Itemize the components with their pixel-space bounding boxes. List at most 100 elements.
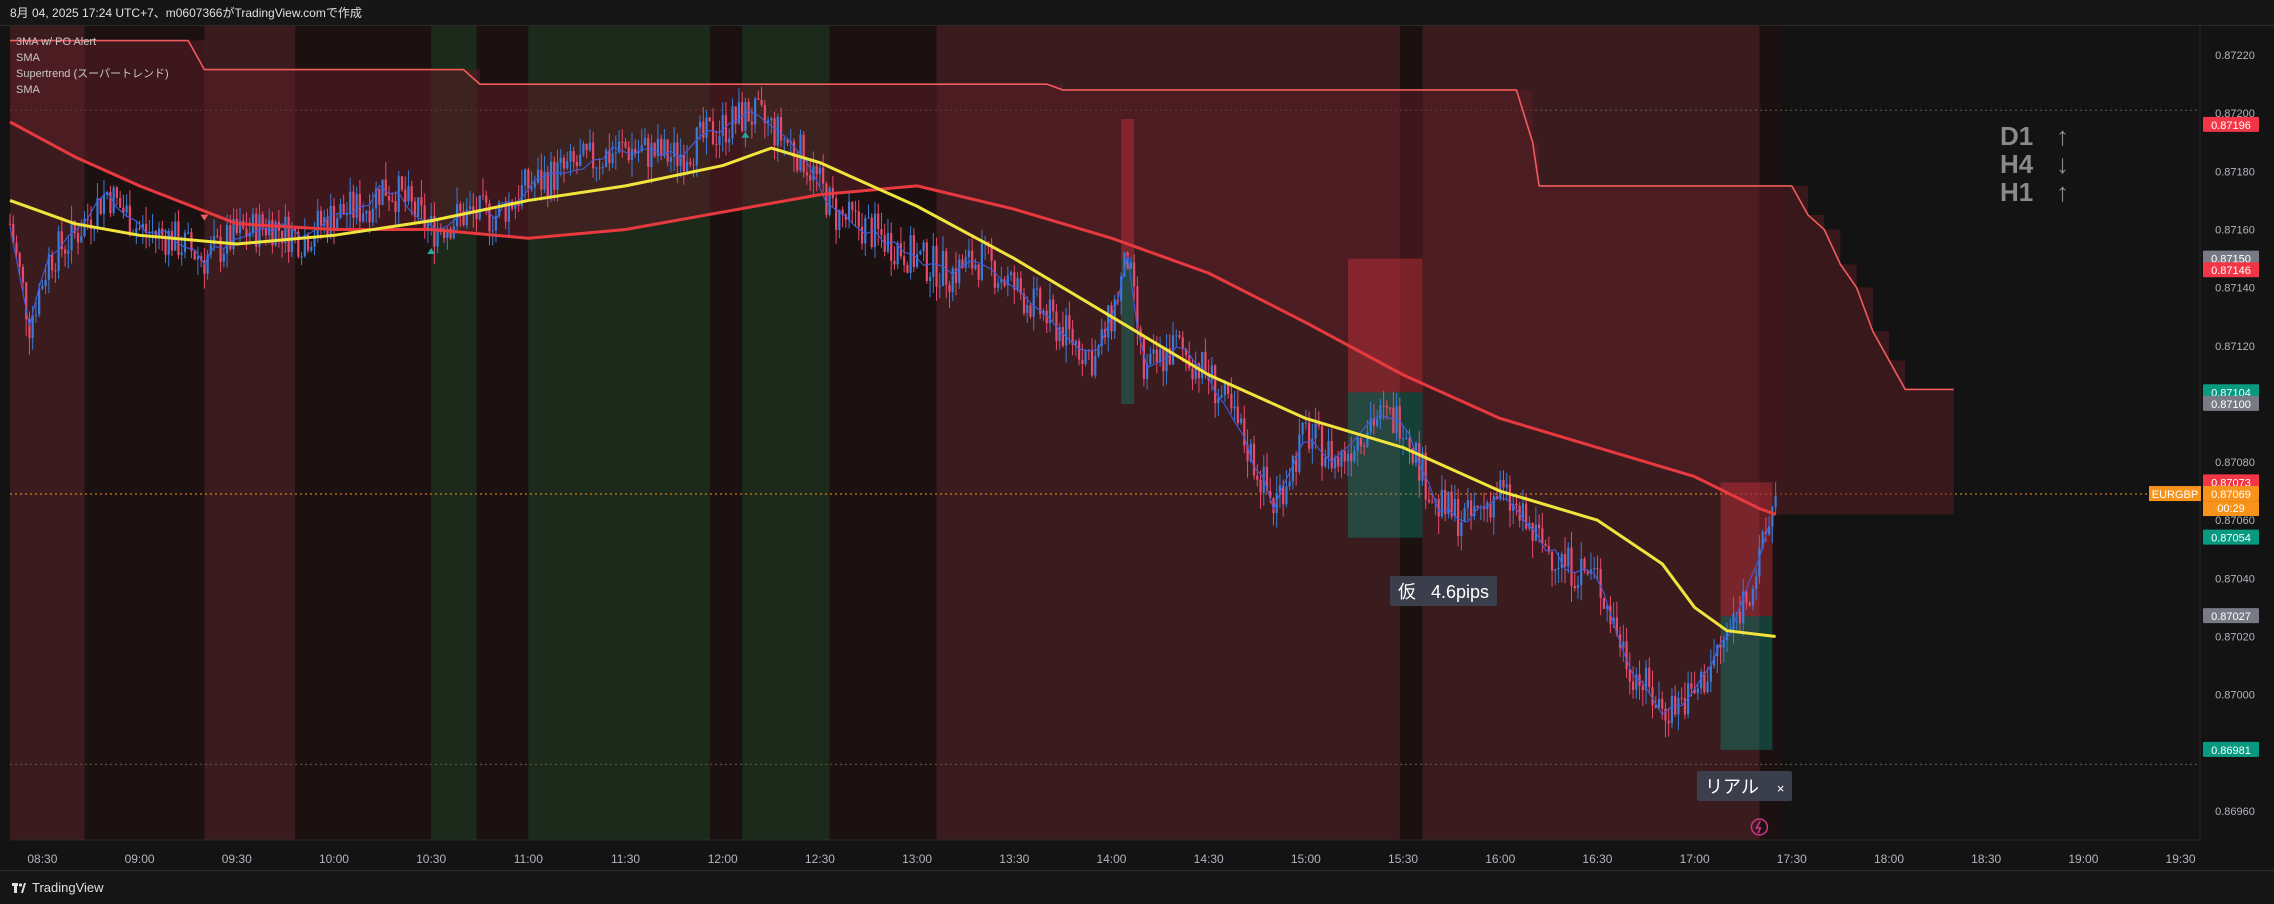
x-tick-label: 18:00	[1874, 852, 1904, 866]
candle-body	[368, 211, 371, 223]
candle-body	[582, 143, 585, 155]
y-tick-label: 0.87180	[2215, 166, 2255, 178]
legend-item-3ma[interactable]: 3MA w/ PO Alert	[16, 34, 169, 50]
candle-body	[941, 251, 945, 287]
candle-body	[407, 186, 410, 202]
candle-body	[1667, 720, 1670, 724]
x-tick-label: 15:00	[1291, 852, 1321, 866]
candle-body	[1181, 337, 1184, 350]
x-tick-label: 10:00	[319, 852, 349, 866]
legend-item-sma[interactable]: SMA	[16, 50, 169, 66]
x-tick-label: 13:30	[999, 852, 1029, 866]
candle-body	[1032, 288, 1035, 317]
candle-body	[809, 175, 812, 181]
candle-body	[1680, 698, 1683, 700]
candle-body	[51, 254, 54, 271]
candle-body	[867, 217, 870, 219]
real-label[interactable]: リアル ×	[1697, 771, 1793, 801]
close-icon[interactable]: ×	[1777, 781, 1785, 796]
position-risk-box-2[interactable]	[1347, 258, 1423, 393]
candle-body	[1440, 489, 1444, 517]
candle-body	[770, 118, 773, 121]
candle-body	[319, 210, 323, 226]
candle-body	[1453, 499, 1456, 517]
candle-body	[598, 167, 601, 169]
candle-body	[138, 228, 141, 230]
candle-body	[1544, 543, 1547, 546]
candle-body	[695, 127, 698, 166]
candle-body	[332, 205, 336, 232]
tf-h4-label: H4	[2000, 149, 2034, 179]
candle-body	[799, 134, 802, 171]
tf-d1: D1 ↑	[2000, 122, 2069, 150]
kari-pips-label[interactable]: 仮 4.6pips	[1390, 576, 1498, 606]
tf-h1-label: H1	[2000, 177, 2034, 207]
x-tick-label: 14:30	[1194, 852, 1224, 866]
candle-body	[556, 162, 559, 190]
legend-item-sma-2[interactable]: SMA	[16, 82, 169, 98]
candle-body	[115, 187, 119, 198]
candle-body	[349, 191, 352, 215]
candle-body	[1314, 423, 1317, 439]
candle-body	[718, 135, 721, 146]
arrow-up-icon: ↑	[2056, 121, 2069, 151]
candle-body	[151, 231, 154, 233]
candle-body	[1243, 418, 1246, 446]
candle-body	[676, 142, 679, 166]
x-tick-label: 17:00	[1680, 852, 1710, 866]
candle-body	[692, 164, 695, 166]
symbol-tag-label: EURGBP	[2152, 489, 2198, 501]
candle-body	[1570, 547, 1573, 586]
candle-body	[996, 282, 1000, 288]
position-risk-box-1[interactable]	[1121, 119, 1135, 259]
price-chart[interactable]: 0.872200.872000.871800.871600.871400.871…	[0, 26, 2274, 870]
y-tick-label: 0.87080	[2215, 457, 2255, 469]
candle-body	[572, 150, 575, 162]
candle-body	[54, 270, 57, 272]
candle-body	[1631, 681, 1635, 690]
x-tick-label: 15:30	[1388, 852, 1418, 866]
candle-body	[1751, 588, 1755, 606]
candle-body	[329, 205, 332, 236]
candle-body	[1382, 405, 1385, 407]
candle-body	[1230, 393, 1233, 409]
candle-body	[860, 226, 864, 244]
header-text: 8月 04, 2025 17:24 UTC+7、m0607366がTrading…	[10, 6, 362, 20]
countdown-label: 00:29	[2217, 503, 2245, 515]
candle-body	[948, 284, 951, 293]
candle-body	[1567, 547, 1570, 567]
candle-body	[44, 279, 47, 286]
candle-body	[391, 200, 394, 202]
legend-item-supertrend[interactable]: Supertrend (スーパートレンド)	[16, 66, 169, 82]
candle-body	[99, 198, 102, 214]
x-tick-label: 14:00	[1096, 852, 1126, 866]
candle-body	[15, 242, 18, 253]
candle-body	[8, 223, 12, 225]
y-tick-label: 0.87020	[2215, 632, 2255, 644]
candle-body	[1065, 315, 1068, 346]
candle-body	[501, 202, 504, 204]
candle-body	[1758, 548, 1761, 577]
candle-body	[1346, 453, 1350, 462]
candle-body	[906, 264, 909, 273]
candle-body	[673, 142, 676, 158]
candle-body	[592, 142, 595, 169]
position-target-box-1[interactable]	[1121, 258, 1135, 404]
candle-body	[365, 211, 368, 214]
candle-body	[362, 213, 365, 222]
candle-body	[1327, 440, 1330, 458]
candle-body	[958, 259, 961, 283]
candle-body	[967, 250, 971, 258]
candle-body	[1061, 327, 1064, 346]
candle-body	[1077, 340, 1081, 360]
candle-body	[815, 165, 818, 174]
candle-body	[1385, 405, 1388, 408]
position-target-box-2[interactable]	[1347, 392, 1423, 538]
candle-body	[222, 253, 225, 262]
tf-h1: H1 ↑	[2000, 178, 2069, 206]
candle-body	[575, 161, 579, 166]
candle-body	[1090, 351, 1094, 376]
candle-body	[825, 183, 828, 215]
candle-body	[76, 233, 80, 243]
candle-body	[381, 179, 384, 205]
